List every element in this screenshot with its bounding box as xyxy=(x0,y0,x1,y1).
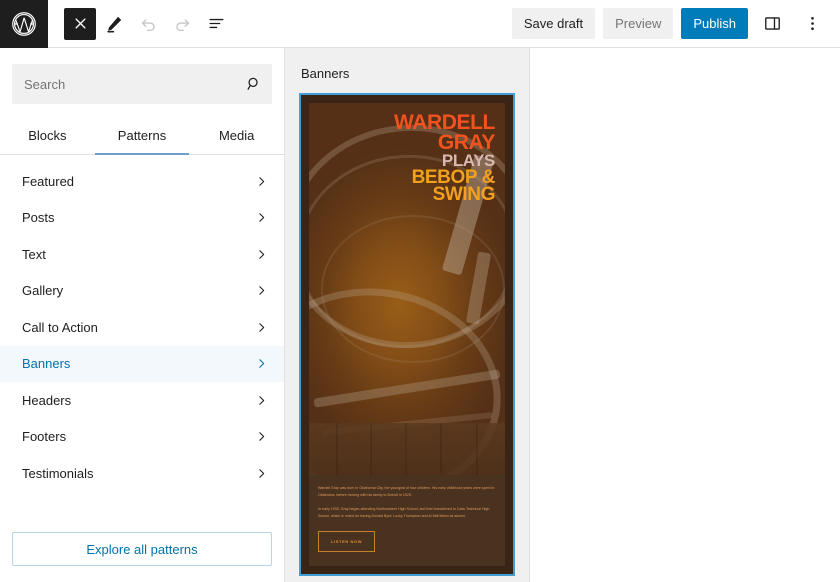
toolbar-right-group: Save draft Preview Publish xyxy=(511,8,840,40)
pattern-card-banner[interactable]: WARDELL GRAY PLAYS BEBOP & SWING Wardell… xyxy=(299,93,515,576)
category-label: Call to Action xyxy=(22,319,98,335)
document-outline-icon[interactable] xyxy=(200,8,232,40)
chevron-right-icon xyxy=(255,357,268,370)
category-item-posts[interactable]: Posts xyxy=(0,200,284,237)
category-label: Banners xyxy=(22,356,71,372)
block-inserter-sidebar: Blocks Patterns Media Featured Posts xyxy=(0,48,285,582)
poster-hero: WARDELL GRAY PLAYS BEBOP & SWING xyxy=(309,103,505,475)
headline-line-1: WARDELL xyxy=(393,111,495,134)
sidebar-panel-icon[interactable] xyxy=(756,8,788,40)
search-box[interactable] xyxy=(12,64,272,104)
tab-blocks[interactable]: Blocks xyxy=(0,116,95,154)
chevron-right-icon xyxy=(255,248,268,261)
category-item-testimonials[interactable]: Testimonials xyxy=(0,455,284,492)
category-item-gallery[interactable]: Gallery xyxy=(0,273,284,310)
poster: WARDELL GRAY PLAYS BEBOP & SWING Wardell… xyxy=(301,95,513,574)
editor-toolbar: Save draft Preview Publish xyxy=(0,0,840,48)
explore-all-patterns-button[interactable]: Explore all patterns xyxy=(12,532,272,566)
publish-button[interactable]: Publish xyxy=(681,8,748,39)
undo-icon[interactable] xyxy=(132,8,164,40)
poster-paragraph-2: In early 1935, Gray began attending Nort… xyxy=(318,507,490,518)
pencil-edit-icon[interactable] xyxy=(98,8,130,40)
more-options-icon[interactable] xyxy=(796,8,828,40)
category-label: Gallery xyxy=(22,283,64,299)
preview-button[interactable]: Preview xyxy=(603,8,674,39)
pattern-preview-panel: Banners WARDELL GRAY PLAYS BEBOP & SWING… xyxy=(285,48,530,582)
chevron-right-icon xyxy=(255,430,268,443)
category-item-text[interactable]: Text xyxy=(0,236,284,273)
search-input[interactable] xyxy=(12,64,272,104)
listen-now-button[interactable]: LISTEN NOW xyxy=(318,531,376,552)
poster-headline: WARDELL GRAY PLAYS BEBOP & SWING xyxy=(319,111,496,206)
poster-body: Wardell Gray was born in Oklahoma City, … xyxy=(309,475,505,566)
category-label: Featured xyxy=(22,173,75,189)
editor-body: Blocks Patterns Media Featured Posts xyxy=(0,48,840,582)
category-label: Testimonials xyxy=(22,465,94,481)
category-label: Headers xyxy=(22,392,72,408)
category-item-call-to-action[interactable]: Call to Action xyxy=(0,309,284,346)
redo-icon[interactable] xyxy=(166,8,198,40)
chevron-right-icon xyxy=(255,175,268,188)
chevron-right-icon xyxy=(255,321,268,334)
category-item-featured[interactable]: Featured xyxy=(0,163,284,200)
headline-line-5: SWING xyxy=(432,184,496,206)
chevron-right-icon xyxy=(255,211,268,224)
category-label: Text xyxy=(22,246,46,262)
category-item-headers[interactable]: Headers xyxy=(0,382,284,419)
pattern-category-list: Featured Posts Text Gallery Call to Acti… xyxy=(0,155,284,520)
chevron-right-icon xyxy=(255,467,268,480)
tab-media[interactable]: Media xyxy=(189,116,284,154)
search-section xyxy=(0,48,284,104)
category-item-footers[interactable]: Footers xyxy=(0,419,284,456)
explore-section: Explore all patterns xyxy=(0,520,284,582)
category-label: Posts xyxy=(22,210,55,226)
close-inserter-button[interactable] xyxy=(64,7,96,40)
category-item-banners[interactable]: Banners xyxy=(0,345,284,382)
poster-paragraph-1: Wardell Gray was born in Oklahoma City, … xyxy=(318,486,495,497)
chevron-right-icon xyxy=(255,394,268,407)
poster-inner: WARDELL GRAY PLAYS BEBOP & SWING Wardell… xyxy=(309,103,505,566)
tab-patterns[interactable]: Patterns xyxy=(94,116,190,155)
editor-canvas xyxy=(530,48,840,582)
headline-line-2: GRAY xyxy=(437,130,496,154)
editor-app: Save draft Preview Publish Search Blocks… xyxy=(0,0,840,582)
preview-panel-title: Banners xyxy=(301,66,350,81)
chevron-right-icon xyxy=(255,284,268,297)
toolbar-left-group xyxy=(48,7,232,40)
inserter-tabs: Blocks Patterns Media xyxy=(0,116,284,155)
save-draft-button[interactable]: Save draft xyxy=(511,8,596,39)
wordpress-logo-icon[interactable] xyxy=(0,0,48,48)
category-label: Footers xyxy=(22,429,67,445)
